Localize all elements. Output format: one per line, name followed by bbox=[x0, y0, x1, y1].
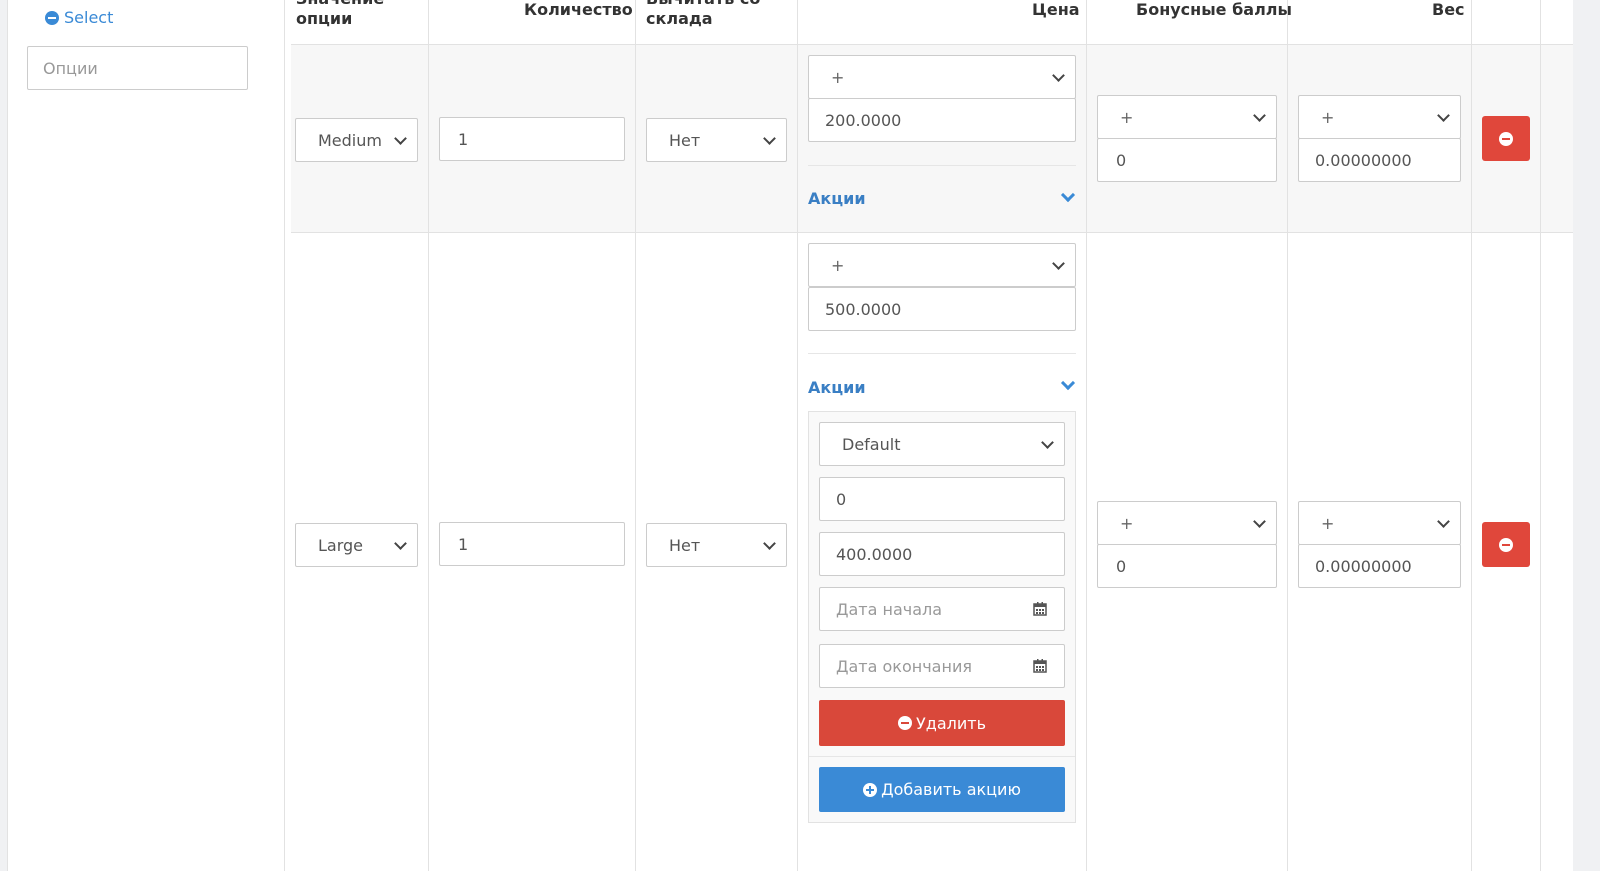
separator bbox=[808, 353, 1076, 354]
date-end-picker-button[interactable] bbox=[1016, 644, 1065, 688]
subtract-select[interactable]: Нет bbox=[646, 118, 787, 162]
header-points: Бонусные баллы bbox=[1136, 0, 1292, 19]
header-option-value: Значение опции bbox=[296, 0, 384, 28]
promo-price-input[interactable]: 400.0000 bbox=[819, 532, 1065, 576]
chevron-down-icon bbox=[1041, 436, 1054, 449]
points-input[interactable]: 0 bbox=[1097, 138, 1277, 182]
options-input[interactable]: Опции bbox=[27, 46, 248, 90]
row-divider bbox=[291, 232, 1573, 233]
chevron-down-icon bbox=[1253, 109, 1266, 122]
chevron-down-icon bbox=[1052, 257, 1065, 270]
col-line bbox=[797, 0, 798, 871]
delete-promo-label: Удалить bbox=[916, 713, 986, 733]
add-promo-button[interactable]: Добавить акцию bbox=[819, 767, 1065, 812]
header-quantity: Количество bbox=[524, 0, 633, 19]
select-label: Select bbox=[64, 8, 114, 27]
chevron-down-icon bbox=[1437, 515, 1450, 528]
separator bbox=[809, 756, 1075, 757]
header-subtract: Вычитать со склада bbox=[646, 0, 760, 28]
promo-priority-input[interactable]: 0 bbox=[819, 477, 1065, 521]
promo-toggle[interactable]: Акции bbox=[808, 378, 866, 397]
points-input[interactable]: 0 bbox=[1097, 544, 1277, 588]
chevron-down-icon bbox=[1253, 515, 1266, 528]
quantity-input[interactable]: 1 bbox=[439, 522, 625, 566]
delete-promo-button[interactable]: Удалить bbox=[819, 700, 1065, 746]
header-price: Цена bbox=[1032, 0, 1080, 19]
col-line bbox=[635, 0, 636, 871]
weight-input[interactable]: 0.00000000 bbox=[1298, 138, 1461, 182]
quantity-input[interactable]: 1 bbox=[439, 117, 625, 161]
option-value-select[interactable]: Medium bbox=[295, 118, 418, 162]
col-line bbox=[1540, 0, 1541, 871]
promo-toggle[interactable]: Акции bbox=[808, 189, 866, 208]
minus-circle-icon bbox=[45, 10, 59, 25]
plus-circle-icon bbox=[863, 782, 878, 797]
subtract-select[interactable]: Нет bbox=[646, 523, 787, 567]
date-start-picker-button[interactable] bbox=[1016, 587, 1065, 631]
col-line bbox=[284, 0, 285, 871]
col-line bbox=[1086, 0, 1087, 871]
date-start-input[interactable]: Дата начала bbox=[819, 587, 1017, 631]
minus-circle-icon bbox=[898, 716, 912, 730]
price-prefix-select[interactable]: + bbox=[808, 243, 1076, 287]
header-divider bbox=[291, 44, 1573, 45]
customer-group-select[interactable]: Default bbox=[819, 422, 1065, 466]
chevron-down-icon bbox=[394, 537, 407, 550]
price-prefix-select[interactable]: + bbox=[808, 55, 1076, 99]
remove-row-button[interactable] bbox=[1482, 522, 1530, 567]
weight-prefix-select[interactable]: + bbox=[1298, 95, 1461, 139]
col-line bbox=[428, 0, 429, 871]
chevron-down-icon bbox=[394, 132, 407, 145]
weight-input[interactable]: 0.00000000 bbox=[1298, 544, 1461, 588]
calendar-icon bbox=[1033, 659, 1047, 673]
date-end-input[interactable]: Дата окончания bbox=[819, 644, 1017, 688]
select-collapse-link[interactable]: Select bbox=[45, 8, 113, 27]
points-prefix-select[interactable]: + bbox=[1097, 501, 1277, 545]
points-prefix-select[interactable]: + bbox=[1097, 95, 1277, 139]
chevron-down-icon bbox=[763, 132, 776, 145]
minus-circle-icon bbox=[1499, 537, 1513, 552]
options-placeholder: Опции bbox=[43, 58, 98, 78]
separator bbox=[808, 165, 1076, 166]
header-weight: Вес bbox=[1432, 0, 1465, 19]
price-input[interactable]: 200.0000 bbox=[808, 98, 1076, 142]
calendar-icon bbox=[1033, 602, 1047, 616]
remove-row-button[interactable] bbox=[1482, 116, 1530, 161]
col-line bbox=[1287, 0, 1288, 871]
option-value-select[interactable]: Large bbox=[295, 523, 418, 567]
chevron-down-icon bbox=[1052, 69, 1065, 82]
add-promo-label: Добавить акцию bbox=[881, 780, 1021, 799]
col-line bbox=[1471, 0, 1472, 871]
chevron-down-icon bbox=[763, 537, 776, 550]
minus-circle-icon bbox=[1499, 131, 1513, 146]
price-input[interactable]: 500.0000 bbox=[808, 287, 1076, 331]
weight-prefix-select[interactable]: + bbox=[1298, 501, 1461, 545]
chevron-down-icon bbox=[1437, 109, 1450, 122]
